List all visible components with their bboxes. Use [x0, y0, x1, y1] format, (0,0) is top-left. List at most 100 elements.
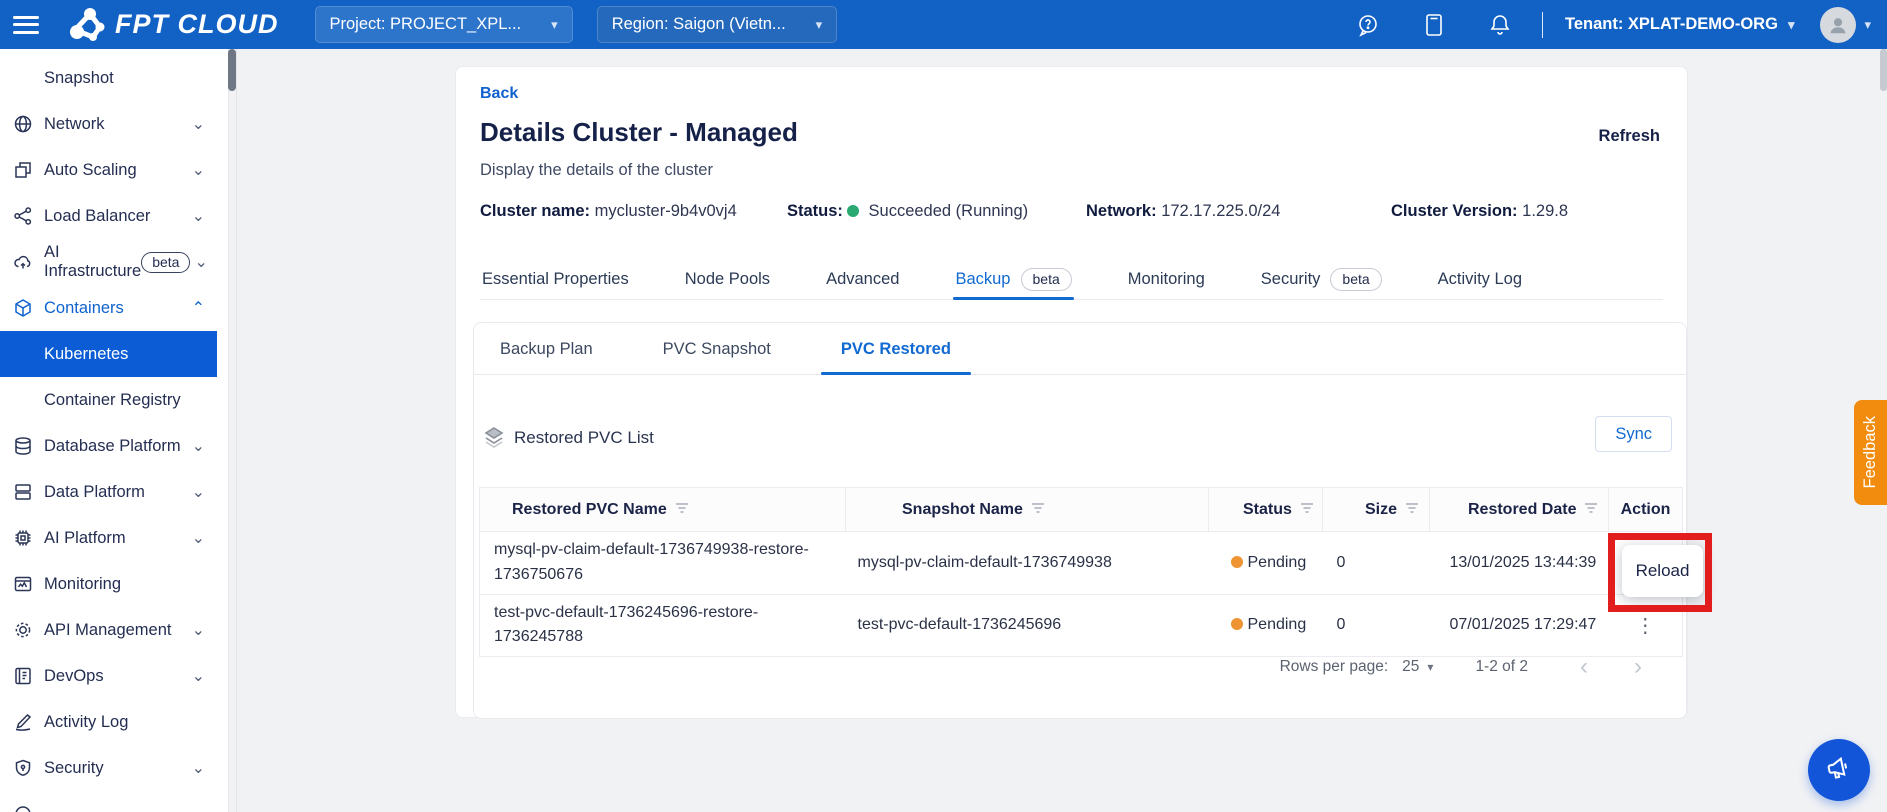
tab-backup[interactable]: Backup beta: [953, 259, 1073, 299]
tenant-dropdown[interactable]: Tenant: XPLAT-DEMO-ORG ▾: [1565, 15, 1795, 34]
sidebar-item-ai-platform[interactable]: AI Platform ⌄: [0, 515, 229, 561]
rows-per-page-select[interactable]: 25 ▾: [1402, 658, 1433, 676]
chevron-down-icon: ▾: [1427, 660, 1433, 674]
feedback-tab[interactable]: Feedback: [1854, 400, 1887, 505]
subtab-backup-plan[interactable]: Backup Plan: [480, 323, 613, 374]
sidebar-item-containers[interactable]: Containers ⌃: [0, 285, 229, 331]
previous-page-button[interactable]: ‹: [1574, 655, 1594, 679]
sidebar-scrollbar-track[interactable]: [228, 49, 236, 812]
subtab-pvc-snapshot[interactable]: PVC Snapshot: [643, 323, 791, 374]
sidebar-item-data-platform[interactable]: Data Platform ⌄: [0, 469, 229, 515]
chevron-down-icon: ⌄: [192, 436, 205, 456]
cluster-tabs: Essential Properties Node Pools Advanced…: [480, 259, 1663, 300]
sidebar-item-activity-log[interactable]: Activity Log: [0, 699, 229, 745]
tab-advanced[interactable]: Advanced: [824, 259, 901, 299]
status-cell: Pending: [1209, 532, 1323, 595]
signature-icon: [12, 711, 34, 733]
chevron-down-icon: ▾: [551, 17, 558, 33]
status-label: Status:: [787, 202, 843, 220]
version-value: 1.29.8: [1522, 202, 1568, 220]
backup-panel: Backup Plan PVC Snapshot PVC Restored Re…: [473, 322, 1687, 719]
chevron-down-icon: ⌄: [192, 528, 205, 548]
version-label: Cluster Version:: [1391, 202, 1518, 220]
sidebar-item-kubernetes[interactable]: Kubernetes: [0, 331, 217, 377]
shield-icon: [12, 757, 34, 779]
col-status[interactable]: Status: [1209, 488, 1323, 532]
notifications-bell-icon[interactable]: [1488, 13, 1512, 37]
sidebar-item-security[interactable]: Security ⌄: [0, 745, 229, 791]
sidebar-item-container-registry[interactable]: Container Registry: [0, 377, 229, 423]
cluster-name-label: Cluster name:: [480, 202, 590, 220]
tab-node-pools[interactable]: Node Pools: [683, 259, 772, 299]
logo-text: FPT CLOUD: [115, 9, 279, 40]
next-page-button[interactable]: ›: [1628, 655, 1648, 679]
chevron-down-icon: ⌄: [192, 160, 205, 180]
sidebar-item-auto-scaling[interactable]: Auto Scaling ⌄: [0, 147, 229, 193]
sidebar-item-api-management[interactable]: API Management ⌄: [0, 607, 229, 653]
chevron-down-icon: ⌄: [192, 620, 205, 640]
cube-icon: [12, 297, 34, 319]
sync-button[interactable]: Sync: [1595, 416, 1672, 452]
user-menu[interactable]: ▾: [1820, 7, 1871, 43]
pagination-range: 1-2 of 2: [1475, 658, 1528, 676]
chevron-down-icon: ⌄: [192, 758, 205, 778]
chevron-down-icon: ▾: [1864, 17, 1871, 33]
sidebar-item-ai-infrastructure[interactable]: AI Infrastructure beta ⌄: [0, 239, 229, 285]
chevron-down-icon: ▾: [816, 17, 823, 33]
filter-icon[interactable]: [1031, 501, 1045, 519]
section-title: Restored PVC List: [514, 428, 654, 448]
tab-security[interactable]: Security beta: [1259, 259, 1384, 299]
gear-icon: [12, 619, 34, 641]
devops-icon: [12, 665, 34, 687]
server-stack-icon: [12, 481, 34, 503]
filter-icon[interactable]: [675, 501, 689, 519]
project-dropdown-label: Project: PROJECT_XPL...: [330, 15, 522, 34]
size-cell: 0: [1323, 532, 1430, 595]
filter-icon[interactable]: [1405, 501, 1419, 519]
top-navbar: FPT CLOUD Project: PROJECT_XPL... ▾ Regi…: [0, 0, 1887, 49]
back-link[interactable]: Back: [480, 85, 518, 103]
status-value: Succeeded (Running): [869, 202, 1029, 220]
page-scrollbar-thumb[interactable]: [1880, 49, 1887, 91]
sidebar-item-clipped[interactable]: [0, 791, 229, 812]
subtab-pvc-restored[interactable]: PVC Restored: [821, 323, 971, 374]
cluster-version-info: Cluster Version: 1.29.8: [1391, 202, 1568, 221]
support-chat-icon[interactable]: [1356, 13, 1380, 37]
cluster-network-info: Network: 172.17.225.0/24: [1086, 202, 1280, 221]
chevron-down-icon: ⌄: [194, 252, 207, 272]
sidebar-item-devops[interactable]: DevOps ⌄: [0, 653, 229, 699]
restored-pvc-name-cell: mysql-pv-claim-default-1736749938-restor…: [480, 532, 846, 595]
tab-monitoring[interactable]: Monitoring: [1126, 259, 1207, 299]
sidebar-item-load-balancer[interactable]: Load Balancer ⌄: [0, 193, 229, 239]
col-size[interactable]: Size: [1323, 488, 1430, 532]
col-restored-pvc-name[interactable]: Restored PVC Name: [480, 488, 846, 532]
refresh-button[interactable]: Refresh: [1599, 127, 1660, 146]
app-root: FPT CLOUD Project: PROJECT_XPL... ▾ Regi…: [0, 0, 1887, 812]
col-snapshot-name[interactable]: Snapshot Name: [846, 488, 1209, 532]
layers-icon: [482, 425, 506, 449]
cluster-details-card: Back Details Cluster - Managed Display t…: [455, 66, 1688, 718]
announcement-fab[interactable]: [1808, 739, 1870, 801]
sidebar-item-database-platform[interactable]: Database Platform ⌄: [0, 423, 229, 469]
tab-essential-properties[interactable]: Essential Properties: [480, 259, 631, 299]
filter-icon[interactable]: [1300, 501, 1314, 519]
project-dropdown[interactable]: Project: PROJECT_XPL... ▾: [315, 6, 573, 43]
reload-menu-item[interactable]: Reload: [1636, 561, 1690, 581]
region-dropdown[interactable]: Region: Saigon (Vietn... ▾: [597, 6, 838, 43]
database-icon: [12, 435, 34, 457]
clipboard-icon[interactable]: [1422, 13, 1446, 37]
tab-activity-log[interactable]: Activity Log: [1436, 259, 1524, 299]
sidebar-item-network[interactable]: Network ⌄: [0, 101, 229, 147]
sidebar-item-snapshot[interactable]: Snapshot: [0, 55, 229, 101]
filter-icon[interactable]: [1584, 501, 1598, 519]
sidebar-item-monitoring[interactable]: Monitoring: [0, 561, 229, 607]
kebab-menu-icon[interactable]: ⋮: [1635, 615, 1655, 637]
col-restored-date[interactable]: Restored Date: [1430, 488, 1609, 532]
table-pagination: Rows per page: 25 ▾ 1-2 of 2 ‹ ›: [474, 648, 1686, 686]
hamburger-menu-icon[interactable]: [13, 16, 39, 34]
sidebar-scrollbar-thumb[interactable]: [228, 49, 236, 91]
navbar-right: Tenant: XPLAT-DEMO-ORG ▾ ▾: [1314, 7, 1887, 43]
beta-badge: beta: [1021, 268, 1072, 291]
rows-per-page-label: Rows per page:: [1280, 658, 1389, 676]
chevron-down-icon: ⌄: [192, 114, 205, 134]
